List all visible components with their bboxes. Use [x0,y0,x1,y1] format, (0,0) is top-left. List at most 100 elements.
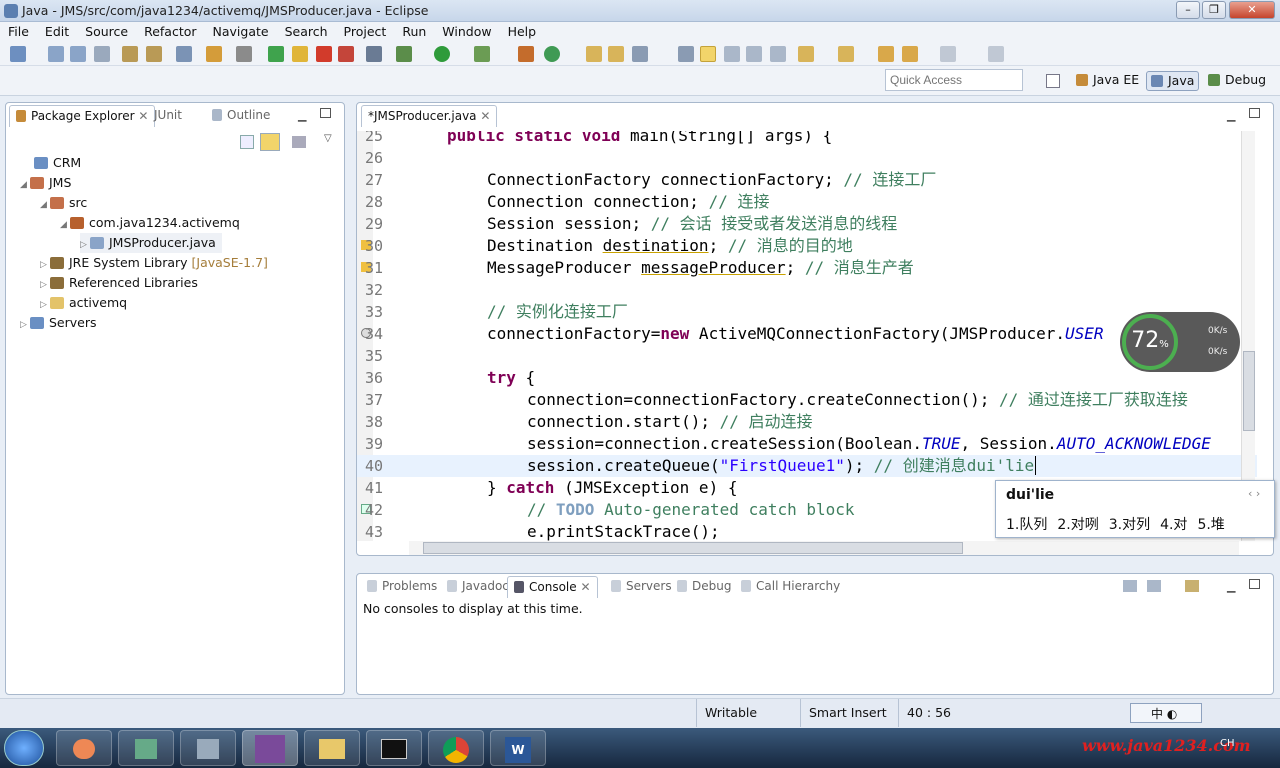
run-icon[interactable] [434,46,450,62]
annotation-icon[interactable] [678,46,694,62]
tab-problems[interactable]: Problems [361,576,443,598]
collapsed-icon[interactable]: ▷ [20,315,30,335]
minimize-view-icon[interactable]: ▁ [298,109,306,122]
new-console-icon[interactable] [1185,580,1199,592]
ime-status-bar[interactable]: 中 ◐ [1130,703,1202,723]
link-editor-icon[interactable] [260,133,280,151]
taskbar-app-word[interactable]: W [490,730,546,766]
minimize-button[interactable]: – [1176,1,1200,19]
expanded-icon[interactable]: ◢ [40,195,50,215]
new-class-icon[interactable] [518,46,534,62]
collapse-all-icon[interactable] [240,135,254,149]
ime-candidate[interactable]: 1.队列 [1006,517,1047,533]
expanded-icon[interactable]: ◢ [60,215,70,235]
close-tab-icon[interactable]: ✕ [480,109,490,123]
menu-source[interactable]: Source [77,22,136,39]
perspective-debug[interactable]: Debug [1204,71,1270,91]
disconnect-icon[interactable] [338,46,354,62]
tab-junit[interactable]: JUnit [148,105,188,127]
back-icon[interactable] [878,46,894,62]
taskbar-app-eclipse[interactable] [242,730,298,766]
run-external-icon[interactable] [474,46,490,62]
perspective-java[interactable]: Java [1146,71,1200,91]
close-tab-icon[interactable]: ✕ [580,580,590,594]
tab-servers[interactable]: Servers [605,576,678,598]
back2-icon[interactable] [902,46,918,62]
horizontal-scrollbar[interactable] [409,541,1239,555]
new-icon[interactable] [10,46,26,62]
taskbar-app-explorer[interactable] [304,730,360,766]
open-perspective-icon[interactable] [1046,74,1060,88]
menu-help[interactable]: Help [500,22,545,39]
highlight-icon[interactable] [700,46,716,62]
debug-icon[interactable] [396,46,412,62]
pin-icon[interactable] [988,46,1004,62]
resume-icon[interactable] [268,46,284,62]
print-icon[interactable] [94,46,110,62]
whitespace-icon[interactable] [770,46,786,62]
taskbar-app-terminal[interactable] [118,730,174,766]
minimize-console-icon[interactable]: ▁ [1227,580,1235,593]
taskbar-app-chrome[interactable] [428,730,484,766]
quick-access-input[interactable] [885,69,1023,91]
task-icon[interactable] [122,46,138,62]
tab-console[interactable]: Console ✕ [507,576,598,598]
taskbar-app-flower[interactable] [56,730,112,766]
minimize-editor-icon[interactable]: ▁ [1227,109,1235,122]
save-all-icon[interactable] [70,46,86,62]
ime-candidate[interactable]: 4.对 [1160,517,1187,533]
menu-window[interactable]: Window [434,22,499,39]
new-package-icon[interactable] [544,46,560,62]
maximize-button[interactable]: ❐ [1202,1,1226,19]
menu-file[interactable]: File [0,22,37,39]
save-icon[interactable] [48,46,64,62]
tree-item-activemq[interactable]: ▷ activemq [40,293,127,313]
refresh-icon[interactable] [206,46,222,62]
tree-item-src[interactable]: ◢ src [40,193,87,213]
tree-item-servers[interactable]: ▷ Servers [20,313,97,333]
menu-search[interactable]: Search [277,22,336,39]
ime-candidate[interactable]: 5.堆 [1197,517,1224,533]
terminate-icon[interactable] [316,46,332,62]
taskbar-app-tool[interactable] [180,730,236,766]
tree-item-referenced-libraries[interactable]: ▷ Referenced Libraries [40,273,198,293]
tree-item-jre[interactable]: ▷ JRE System Library [JavaSE-1.7] [40,253,268,273]
perspective-java-ee[interactable]: Java EE [1072,71,1143,91]
display-console-icon[interactable] [1147,580,1161,592]
vertical-scroll-thumb[interactable] [1243,351,1255,431]
menu-edit[interactable]: Edit [37,22,77,39]
collapsed-icon[interactable]: ▷ [40,275,50,295]
view-menu-icon[interactable] [292,136,306,148]
start-button[interactable] [4,730,44,766]
collapsed-icon[interactable]: ▷ [80,235,90,255]
tree-item-jms[interactable]: ◢ JMS [20,173,71,193]
suspend-icon[interactable] [292,46,308,62]
task2-icon[interactable] [146,46,162,62]
tree-item-jmsproducer[interactable]: ▷ JMSProducer.java [80,233,222,253]
open-folder-icon[interactable] [586,46,602,62]
menu-run[interactable]: Run [394,22,434,39]
prev-annotation-icon[interactable] [838,46,854,62]
tree-item-crm[interactable]: CRM [34,153,81,173]
tab-package-explorer[interactable]: Package Explorer ✕ [9,105,156,127]
expanded-icon[interactable]: ◢ [20,175,30,195]
tab-debug[interactable]: Debug [671,576,737,598]
close-tab-icon[interactable]: ✕ [138,109,148,123]
step-icon[interactable] [236,46,252,62]
close-button[interactable]: ✕ [1229,1,1275,19]
collapsed-icon[interactable]: ▷ [40,255,50,275]
menu-project[interactable]: Project [336,22,395,39]
open-type-icon[interactable] [176,46,192,62]
maximize-console-icon[interactable] [1249,579,1260,589]
menu-refactor[interactable]: Refactor [136,22,204,39]
horizontal-scroll-thumb[interactable] [423,542,963,554]
toggle-icon[interactable] [724,46,740,62]
ime-candidate[interactable]: 2.对咧 [1057,517,1098,533]
ime-arrows-icon[interactable]: ‹ › [1248,487,1260,500]
pin-console-icon[interactable] [1123,580,1137,592]
tab-jmsproducer[interactable]: *JMSProducer.java ✕ [361,105,498,127]
chevron-down-icon[interactable]: ▽ [324,133,332,144]
tab-outline[interactable]: Outline [206,105,276,127]
ime-candidate[interactable]: 3.对列 [1109,517,1150,533]
open-file-icon[interactable] [608,46,624,62]
